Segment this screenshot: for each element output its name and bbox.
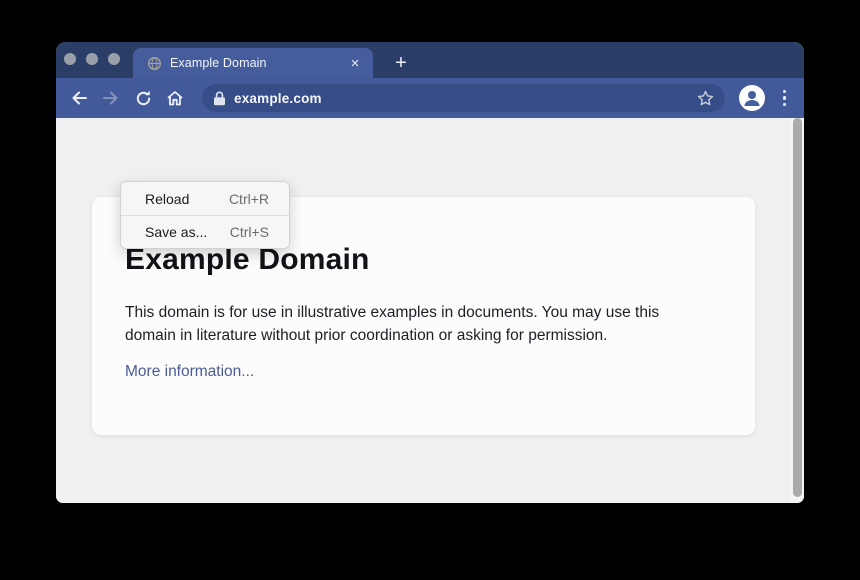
tab-example-domain[interactable]: Example Domain × — [133, 48, 373, 78]
scrollbar-track[interactable] — [790, 118, 804, 503]
window-minimize-button[interactable] — [86, 53, 98, 65]
window-zoom-button[interactable] — [108, 53, 120, 65]
back-icon[interactable] — [66, 85, 92, 111]
tab-close-icon[interactable]: × — [347, 56, 363, 71]
globe-favicon-icon — [147, 56, 162, 71]
browser-toolbar: example.com — [56, 78, 804, 118]
context-menu: Reload Ctrl+R Save as... Ctrl+S — [120, 181, 290, 249]
address-bar[interactable]: example.com — [202, 84, 725, 112]
menu-item-label: Reload — [145, 191, 189, 207]
context-menu-item-save-as[interactable]: Save as... Ctrl+S — [121, 215, 289, 248]
forward-icon[interactable] — [98, 85, 124, 111]
window-close-button[interactable] — [64, 53, 76, 65]
new-tab-button[interactable]: + — [384, 48, 418, 78]
url-text: example.com — [234, 91, 696, 106]
more-information-link[interactable]: More information... — [125, 363, 254, 381]
menu-item-label: Save as... — [145, 224, 207, 240]
reload-icon[interactable] — [130, 85, 156, 111]
page-paragraph: This domain is for use in illustrative e… — [125, 301, 707, 347]
browser-window: Example Domain × + — [56, 42, 804, 503]
tab-title: Example Domain — [170, 56, 347, 70]
menu-item-shortcut: Ctrl+S — [230, 224, 269, 240]
context-menu-item-reload[interactable]: Reload Ctrl+R — [121, 182, 289, 215]
bookmark-star-icon[interactable] — [696, 89, 715, 108]
browser-menu-icon[interactable] — [777, 86, 792, 110]
home-icon[interactable] — [162, 85, 188, 111]
profile-avatar[interactable] — [739, 85, 765, 111]
scrollbar-thumb[interactable] — [793, 118, 802, 497]
page-viewport: Example Domain This domain is for use in… — [56, 118, 804, 503]
lock-icon[interactable] — [213, 91, 226, 106]
menu-item-shortcut: Ctrl+R — [229, 191, 269, 207]
title-bar: Example Domain × + — [56, 42, 804, 78]
